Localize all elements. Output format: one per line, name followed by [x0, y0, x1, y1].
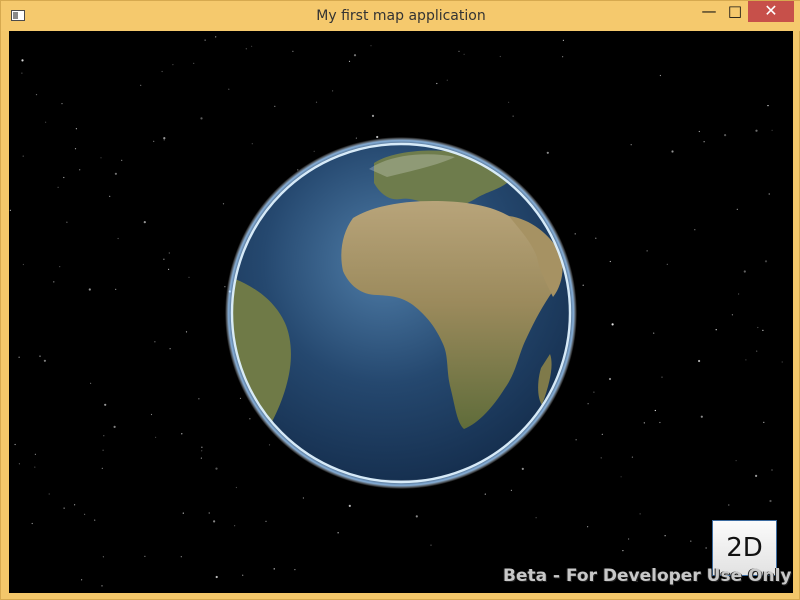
title-bar[interactable]: My first map application — □ ✕: [1, 1, 800, 31]
maximize-icon: □: [727, 2, 743, 20]
beta-watermark: Beta - For Developer Use Only: [503, 566, 792, 586]
minimize-button[interactable]: —: [696, 1, 722, 22]
map-view[interactable]: 2D Beta - For Developer Use Only: [9, 31, 793, 593]
close-button[interactable]: ✕: [748, 1, 794, 22]
globe[interactable]: [9, 31, 793, 593]
minimize-icon: —: [701, 2, 717, 20]
close-icon: ✕: [764, 1, 778, 20]
maximize-button[interactable]: □: [722, 1, 748, 22]
application-window: My first map application — □ ✕ 2D Beta -…: [0, 0, 800, 600]
window-title: My first map application: [316, 8, 486, 24]
